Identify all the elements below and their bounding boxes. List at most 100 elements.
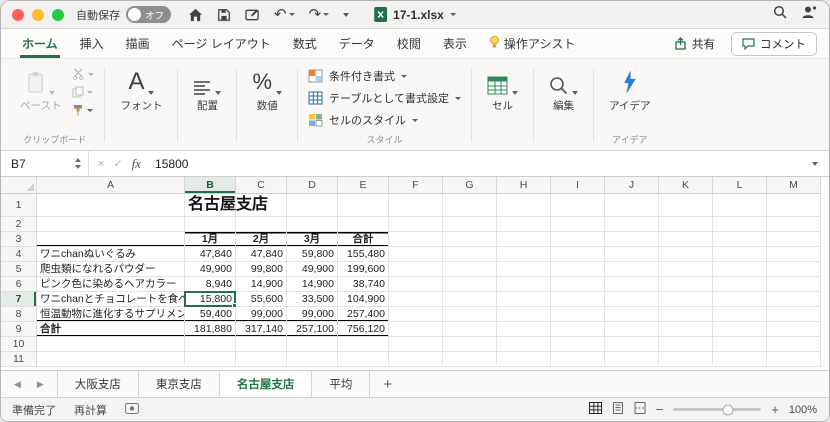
cell-d9[interactable]: 257,100 [287, 322, 338, 337]
cell-f7[interactable] [389, 292, 443, 307]
cell-c7[interactable]: 55,600 [236, 292, 287, 307]
redo-menu-chevron-icon[interactable] [323, 13, 330, 16]
zoom-level[interactable]: 100% [789, 404, 817, 416]
conditional-formatting-button[interactable]: 条件付き書式 [306, 66, 463, 86]
cell-m2[interactable] [767, 217, 821, 232]
cell-m10[interactable] [767, 337, 821, 352]
cell-g4[interactable] [443, 247, 497, 262]
format-painter-button[interactable] [70, 103, 96, 117]
column-header-b[interactable]: B [185, 177, 236, 194]
zoom-in-button[interactable]: + [771, 403, 779, 416]
cell-m6[interactable] [767, 277, 821, 292]
row-header-1[interactable]: 1 [1, 194, 37, 217]
column-header-h[interactable]: H [497, 177, 551, 194]
font-button[interactable]: A フォント [113, 64, 169, 116]
cell-g8[interactable] [443, 307, 497, 322]
cell-i11[interactable] [551, 352, 605, 367]
enter-icon[interactable]: ✓ [113, 157, 122, 170]
zoom-slider[interactable] [673, 404, 762, 415]
cell-h4[interactable] [497, 247, 551, 262]
cell-i3[interactable] [551, 232, 605, 247]
row-header-9[interactable]: 9 [1, 322, 37, 337]
cell-b9[interactable]: 181,880 [185, 322, 236, 337]
cell-f1[interactable] [389, 194, 443, 217]
cell-g11[interactable] [443, 352, 497, 367]
cell-e4[interactable]: 155,480 [338, 247, 389, 262]
cell-f3[interactable] [389, 232, 443, 247]
ribbon-tab-draw[interactable]: 描画 [115, 29, 161, 58]
redo-icon[interactable]: ↷ [309, 7, 330, 22]
cell-a7[interactable]: ワニchanとチョコレートを食べよう！ [37, 292, 185, 307]
paste-menu-chevron-icon[interactable] [49, 91, 56, 95]
cell-k8[interactable] [659, 307, 713, 322]
cell-l5[interactable] [713, 262, 767, 277]
ribbon-tab-data[interactable]: データ [328, 29, 386, 58]
column-header-g[interactable]: G [443, 177, 497, 194]
cut-button[interactable] [70, 67, 96, 81]
cell-d1[interactable] [287, 194, 338, 217]
cell-k6[interactable] [659, 277, 713, 292]
cell-c10[interactable] [236, 337, 287, 352]
row-header-6[interactable]: 6 [1, 277, 37, 292]
cell-i8[interactable] [551, 307, 605, 322]
row-header-5[interactable]: 5 [1, 262, 37, 277]
cell-h8[interactable] [497, 307, 551, 322]
cell-j8[interactable] [605, 307, 659, 322]
zoom-out-button[interactable]: − [656, 403, 664, 416]
cell-c9[interactable]: 317,140 [236, 322, 287, 337]
cell-m3[interactable] [767, 232, 821, 247]
paste-button[interactable]: ペースト [13, 64, 68, 116]
cell-j5[interactable] [605, 262, 659, 277]
cell-g2[interactable] [443, 217, 497, 232]
compose-icon[interactable] [245, 8, 260, 22]
ribbon-tab-home[interactable]: ホーム [11, 29, 69, 58]
conditional-formatting-chevron-icon[interactable] [401, 74, 408, 78]
cell-l7[interactable] [713, 292, 767, 307]
cell-a4[interactable]: ワニchanぬいぐるみ [37, 247, 185, 262]
cell-c6[interactable]: 14,900 [236, 277, 287, 292]
row-header-2[interactable]: 2 [1, 217, 37, 232]
font-menu-chevron-icon[interactable] [148, 91, 155, 95]
cell-f11[interactable] [389, 352, 443, 367]
cell-k7[interactable] [659, 292, 713, 307]
cell-styles-chevron-icon[interactable] [412, 118, 419, 122]
cell-c11[interactable] [236, 352, 287, 367]
cell-c4[interactable]: 47,840 [236, 247, 287, 262]
cell-h3[interactable] [497, 232, 551, 247]
column-header-e[interactable]: E [338, 177, 389, 194]
cell-j10[interactable] [605, 337, 659, 352]
cell-c3[interactable]: 2月 [236, 232, 287, 247]
column-header-c[interactable]: C [236, 177, 287, 194]
document-title[interactable]: 17-1.xlsx [374, 7, 456, 22]
title-menu-chevron-icon[interactable] [449, 13, 456, 16]
page-break-view-icon[interactable] [634, 402, 646, 417]
editing-button[interactable]: 編集 [542, 64, 585, 116]
cell-l11[interactable] [713, 352, 767, 367]
cell-f10[interactable] [389, 337, 443, 352]
row-header-4[interactable]: 4 [1, 247, 37, 262]
cell-e11[interactable] [338, 352, 389, 367]
cell-i9[interactable] [551, 322, 605, 337]
cell-l10[interactable] [713, 337, 767, 352]
formula-bar-expand-icon[interactable] [812, 161, 818, 166]
row-header-7[interactable]: 7 [1, 292, 37, 307]
cell-m4[interactable] [767, 247, 821, 262]
cell-j6[interactable] [605, 277, 659, 292]
ribbon-tab-insert[interactable]: 挿入 [69, 29, 115, 58]
ribbon-tab-formulas[interactable]: 数式 [282, 29, 328, 58]
toolbar-options-chevron-icon[interactable] [343, 12, 350, 17]
cell-a5[interactable]: 爬虫類になれるパウダー [37, 262, 185, 277]
cell-i6[interactable] [551, 277, 605, 292]
cell-b10[interactable] [185, 337, 236, 352]
cell-b11[interactable] [185, 352, 236, 367]
cell-d10[interactable] [287, 337, 338, 352]
sheet-tab-tokyo[interactable]: 東京支店 [139, 371, 220, 397]
ribbon-tab-review[interactable]: 校閲 [386, 29, 432, 58]
cell-j9[interactable] [605, 322, 659, 337]
format-as-table-chevron-icon[interactable] [455, 96, 462, 100]
cell-h7[interactable] [497, 292, 551, 307]
undo-icon[interactable]: ↶ [274, 7, 295, 22]
cell-k11[interactable] [659, 352, 713, 367]
cell-h10[interactable] [497, 337, 551, 352]
column-header-a[interactable]: A [37, 177, 185, 194]
